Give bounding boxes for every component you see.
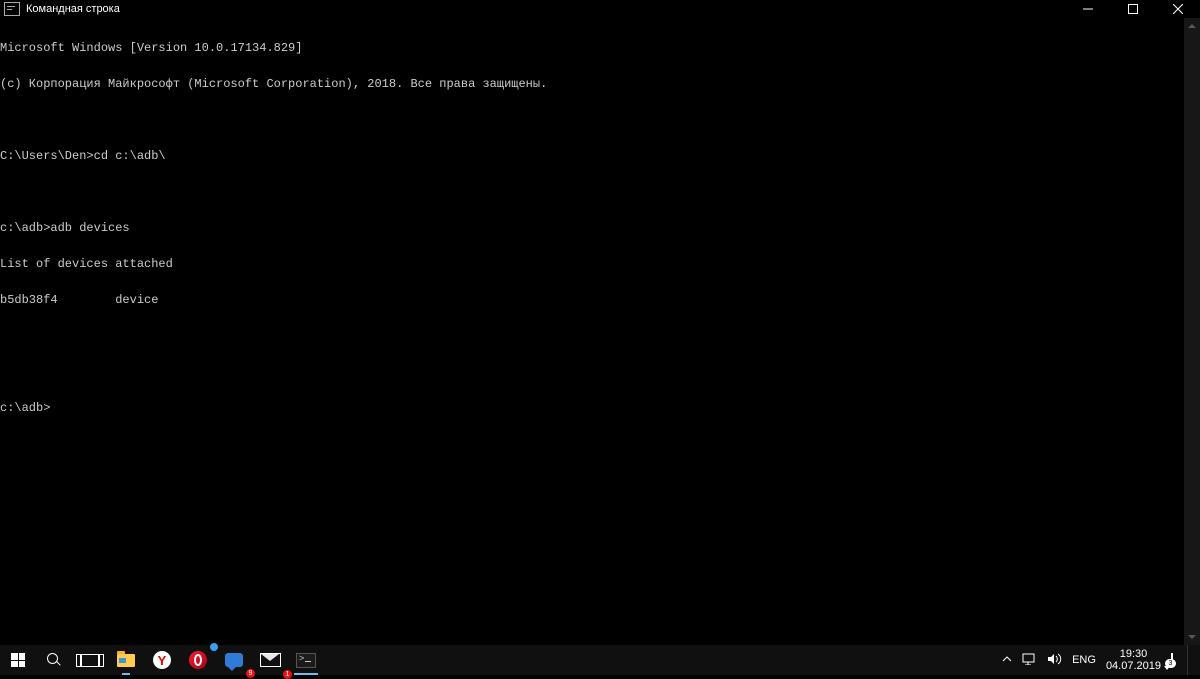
input-language[interactable]: ENG	[1072, 654, 1096, 666]
window-controls	[1065, 0, 1200, 18]
terminal-line: c:\adb>	[0, 402, 1184, 414]
maximize-button[interactable]	[1110, 0, 1155, 18]
vertical-scrollbar[interactable]	[1184, 18, 1200, 645]
chevron-down-icon	[1188, 635, 1196, 639]
clock-date: 04.07.2019	[1106, 660, 1161, 672]
chevron-up-icon	[1188, 24, 1196, 28]
terminal-line: C:\Users\Den>cd c:\adb\	[0, 150, 1184, 162]
system-tray: ENG 19:30 04.07.2019 3	[996, 645, 1200, 675]
folder-icon	[117, 654, 135, 667]
taskbar-app-chat[interactable]: 9	[216, 645, 252, 675]
terminal-line: (c) Корпорация Майкрософт (Microsoft Cor…	[0, 78, 1184, 90]
titlebar[interactable]: Командная строка	[0, 0, 1200, 18]
scroll-down-button[interactable]	[1184, 629, 1200, 645]
terminal-line	[0, 114, 1184, 126]
mail-icon	[260, 653, 281, 667]
clock[interactable]: 19:30 04.07.2019	[1106, 648, 1161, 672]
search-icon	[47, 653, 61, 667]
show-desktop-button[interactable]	[1187, 645, 1194, 675]
action-center-badge: 3	[1165, 659, 1176, 668]
network-icon[interactable]	[1022, 653, 1037, 668]
taskbar-app-explorer[interactable]	[108, 645, 144, 675]
task-view-icon	[81, 654, 99, 667]
clock-time: 19:30	[1120, 648, 1148, 660]
taskbar: Y 9 1 ENG 19:30 04.07.2019 3	[0, 645, 1200, 675]
cmd-sysmenu-icon[interactable]	[4, 2, 20, 16]
cmd-icon	[296, 653, 316, 668]
taskbar-app-opera[interactable]	[180, 645, 216, 675]
action-center-button[interactable]: 3	[1171, 654, 1173, 666]
terminal-line	[0, 330, 1184, 342]
taskbar-app-yandex[interactable]: Y	[144, 645, 180, 675]
task-view-button[interactable]	[72, 645, 108, 675]
volume-icon[interactable]	[1047, 653, 1062, 668]
chat-icon	[225, 653, 243, 667]
terminal-line: b5db38f4 device	[0, 294, 1184, 306]
terminal-line	[0, 186, 1184, 198]
terminal-line: c:\adb>adb devices	[0, 222, 1184, 234]
close-button[interactable]	[1155, 0, 1200, 18]
windows-logo-icon	[11, 653, 25, 667]
yandex-icon: Y	[153, 651, 171, 669]
terminal-line: List of devices attached	[0, 258, 1184, 270]
scroll-up-button[interactable]	[1184, 18, 1200, 34]
cmd-window: Командная строка Microsoft Windows [Vers…	[0, 0, 1200, 645]
opera-icon	[189, 651, 207, 669]
window-title: Командная строка	[26, 3, 120, 15]
taskbar-app-mail[interactable]: 1	[252, 645, 288, 675]
terminal-line	[0, 366, 1184, 378]
chevron-up-icon	[1002, 654, 1012, 664]
start-button[interactable]	[0, 645, 36, 675]
terminal-output[interactable]: Microsoft Windows [Version 10.0.17134.82…	[0, 18, 1184, 645]
terminal-line: Microsoft Windows [Version 10.0.17134.82…	[0, 42, 1184, 54]
search-button[interactable]	[36, 645, 72, 675]
minimize-button[interactable]	[1065, 0, 1110, 18]
taskbar-app-cmd[interactable]	[288, 645, 324, 675]
tray-overflow-button[interactable]	[1002, 654, 1012, 667]
